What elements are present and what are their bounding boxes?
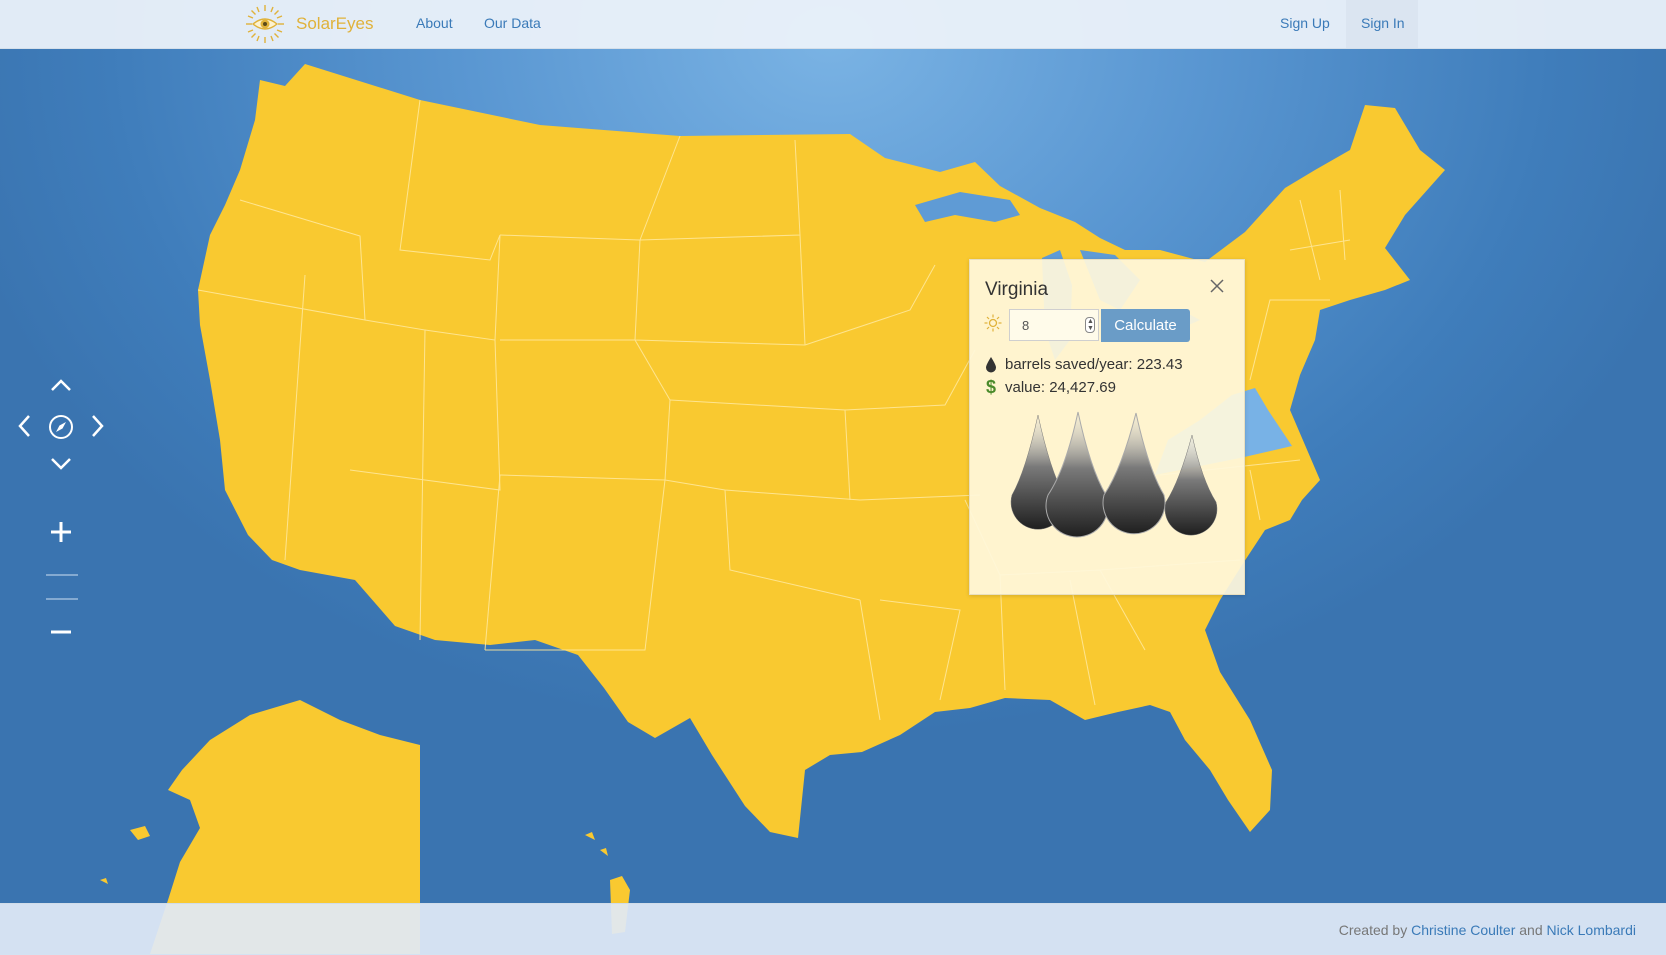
value-text: value: 24,427.69 xyxy=(1005,379,1116,396)
brand[interactable]: SolarEyes xyxy=(244,5,373,43)
author-link-christine[interactable]: Christine Coulter xyxy=(1411,922,1515,938)
sign-up-link[interactable]: Sign Up xyxy=(1280,15,1330,31)
oil-drop-icon xyxy=(986,357,996,373)
chevron-right-icon xyxy=(92,415,104,437)
chevron-down-icon xyxy=(51,458,71,470)
author-link-nick[interactable]: Nick Lombardi xyxy=(1547,922,1636,938)
pan-right-button[interactable] xyxy=(90,413,106,439)
minus-icon xyxy=(51,630,71,634)
oil-drops-visual xyxy=(1010,411,1218,538)
oil-drop-2 xyxy=(1045,411,1109,538)
sign-in-link[interactable]: Sign In xyxy=(1361,15,1405,31)
oil-drop-4 xyxy=(1164,434,1218,536)
zoom-track xyxy=(46,574,78,600)
spinner-up-icon[interactable]: ▲ xyxy=(1087,318,1094,325)
us-map[interactable] xyxy=(0,0,1666,954)
barrels-saved-text: barrels saved/year: 223.43 xyxy=(1005,356,1183,373)
zoom-slider[interactable] xyxy=(46,573,78,601)
alaska-islands xyxy=(100,826,150,884)
close-icon[interactable] xyxy=(1207,276,1227,296)
dollar-icon: $ xyxy=(985,377,996,397)
sun-eye-logo-icon xyxy=(246,5,284,43)
footer: Created by Christine Coulter and Nick Lo… xyxy=(0,903,1666,955)
calculate-button[interactable]: Calculate xyxy=(1101,309,1190,342)
value-stat: $ value: 24,427.69 xyxy=(984,377,1116,398)
chevron-left-icon xyxy=(18,415,30,437)
footer-credits: Created by Christine Coulter and Nick Lo… xyxy=(1339,922,1636,938)
state-name: Virginia xyxy=(985,279,1049,300)
plus-icon xyxy=(51,522,71,542)
compass-icon xyxy=(49,415,73,439)
oil-drop-3 xyxy=(1102,412,1166,535)
and-text: and xyxy=(1519,922,1543,938)
brand-name: SolarEyes xyxy=(296,14,374,33)
zoom-out-button[interactable] xyxy=(49,627,73,637)
pan-down-button[interactable] xyxy=(49,456,73,472)
chevron-up-icon xyxy=(51,379,71,391)
barrels-saved-stat: barrels saved/year: 223.43 xyxy=(984,356,1183,373)
compass-button[interactable] xyxy=(48,414,74,440)
state-info-popup: Virginia ▲ ▼ Calculate barrels saved/yea… xyxy=(969,259,1245,595)
top-navbar: SolarEyes About Our Data Sign Up Sign In xyxy=(0,0,1666,49)
nav-link-our-data[interactable]: Our Data xyxy=(484,15,541,31)
number-spinner[interactable]: ▲ ▼ xyxy=(1085,317,1095,333)
pan-left-button[interactable] xyxy=(16,413,32,439)
spinner-down-icon[interactable]: ▼ xyxy=(1087,325,1094,332)
nav-link-about[interactable]: About xyxy=(416,15,453,31)
sun-icon xyxy=(984,314,1002,332)
pan-up-button[interactable] xyxy=(49,377,73,393)
zoom-in-button[interactable] xyxy=(49,520,73,544)
created-by-text: Created by xyxy=(1338,922,1408,938)
